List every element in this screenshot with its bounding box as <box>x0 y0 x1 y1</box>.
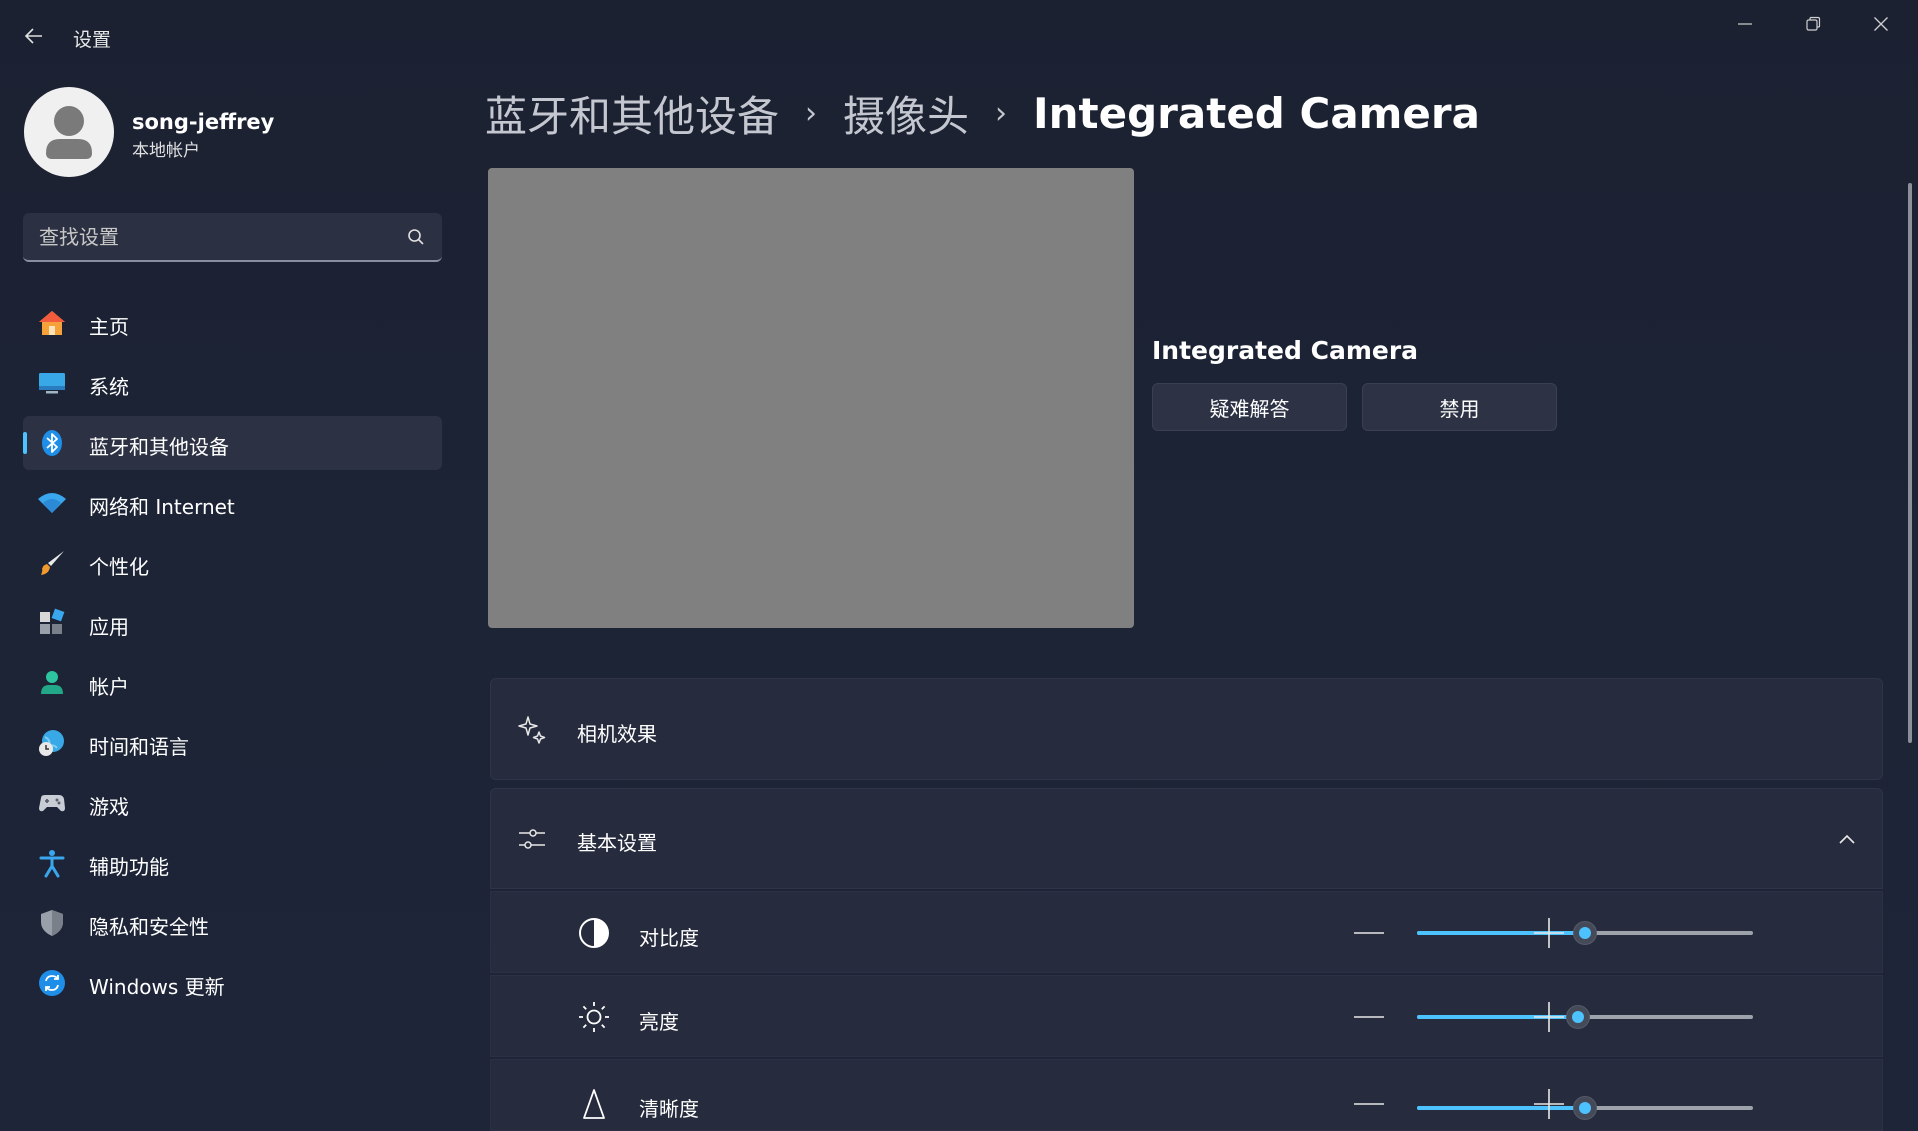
basic-settings-header[interactable]: 基本设置 <box>490 788 1883 889</box>
brightness-label: 亮度 <box>639 1010 679 1034</box>
sidebar-item-time-language[interactable]: 时间和语言 <box>23 716 442 770</box>
sidebar: song-jeffrey 本地帐户 主页 <box>0 70 470 1131</box>
back-button[interactable] <box>14 16 54 56</box>
accessibility-icon <box>39 850 65 878</box>
search-input[interactable] <box>23 213 403 260</box>
avatar[interactable] <box>24 87 114 177</box>
chevron-up-icon[interactable] <box>1836 828 1858 850</box>
bluetooth-icon <box>42 430 62 456</box>
camera-preview <box>488 168 1134 628</box>
breadcrumb-separator: › <box>805 95 818 131</box>
settings-window: 设置 song-jeffrey 本地帐户 查找设置 主页 系统 蓝牙和其他设备 … <box>0 0 1918 1131</box>
back-arrow-icon <box>24 28 42 44</box>
sharpness-label: 清晰度 <box>639 1097 699 1121</box>
brightness-row: 亮度 <box>490 975 1883 1057</box>
person-icon <box>41 671 63 694</box>
sidebar-item-label: 系统 <box>89 375 129 399</box>
sidebar-item-system[interactable]: 系统 <box>23 356 442 410</box>
close-button[interactable] <box>1847 0 1915 48</box>
breadcrumb: 蓝牙和其他设备 › 摄像头 › Integrated Camera <box>485 86 1480 141</box>
sidebar-item-label: 主页 <box>89 315 129 339</box>
camera-effects-label: 相机效果 <box>577 722 657 746</box>
sidebar-item-windows-update[interactable]: Windows 更新 <box>23 956 442 1010</box>
troubleshoot-button[interactable]: 疑难解答 <box>1152 383 1347 431</box>
nav-list: 主页 系统 蓝牙和其他设备 网络和 Internet 个性化 应用 帐户 时间和… <box>23 296 442 1016</box>
sidebar-item-personalization[interactable]: 个性化 <box>23 536 442 590</box>
contrast-slider-thumb[interactable] <box>1573 921 1597 945</box>
sidebar-item-label: 时间和语言 <box>89 735 189 759</box>
app-title: 设置 <box>73 29 112 51</box>
sidebar-item-label: 蓝牙和其他设备 <box>89 435 229 459</box>
restore-button[interactable] <box>1779 0 1847 48</box>
brightness-slider[interactable] <box>1417 1005 1753 1029</box>
sparkle-effects-icon <box>518 716 546 744</box>
wifi-icon <box>38 493 66 513</box>
sidebar-item-label: 网络和 Internet <box>89 495 235 519</box>
close-icon <box>1874 17 1888 31</box>
restore-icon <box>1806 16 1821 31</box>
sidebar-item-label: 帐户 <box>89 675 129 699</box>
sliders-settings-icon <box>519 829 545 849</box>
basic-settings-label: 基本设置 <box>577 831 657 855</box>
search-box <box>23 213 442 262</box>
user-avatar-icon <box>46 106 92 159</box>
breadcrumb-separator: › <box>995 95 1008 131</box>
sidebar-item-accessibility[interactable]: 辅助功能 <box>23 836 442 890</box>
sidebar-item-privacy-security[interactable]: 隐私和安全性 <box>23 896 442 950</box>
title-bar: 设置 <box>0 0 1918 70</box>
contrast-slider[interactable] <box>1417 921 1753 945</box>
contrast-row: 对比度 <box>490 891 1883 973</box>
breadcrumb-bluetooth[interactable]: 蓝牙和其他设备 <box>485 83 779 144</box>
windows-update-icon <box>39 970 65 996</box>
sidebar-item-label: 个性化 <box>89 555 149 579</box>
sidebar-item-apps[interactable]: 应用 <box>23 596 442 650</box>
sharpness-decrease-button[interactable] <box>1351 1087 1387 1121</box>
sharpness-slider-thumb[interactable] <box>1573 1096 1597 1120</box>
search-icon[interactable] <box>406 227 426 247</box>
globe-clock-icon <box>39 730 64 756</box>
contrast-decrease-button[interactable] <box>1351 916 1387 950</box>
breadcrumb-cameras[interactable]: 摄像头 <box>843 83 969 144</box>
contrast-label: 对比度 <box>639 926 699 950</box>
main-scrollbar[interactable] <box>1908 183 1912 743</box>
contrast-increase-button[interactable] <box>1531 916 1567 950</box>
sidebar-item-label: Windows 更新 <box>89 975 225 999</box>
apps-icon <box>40 608 65 634</box>
disable-button[interactable]: 禁用 <box>1362 383 1557 431</box>
user-name: song-jeffrey <box>132 110 275 134</box>
home-icon <box>39 311 65 335</box>
sharpness-slider[interactable] <box>1417 1096 1753 1120</box>
brightness-increase-button[interactable] <box>1531 1000 1567 1034</box>
sidebar-item-label: 隐私和安全性 <box>89 915 209 939</box>
sidebar-item-home[interactable]: 主页 <box>23 296 442 350</box>
page-title: Integrated Camera <box>1033 88 1480 138</box>
brightness-decrease-button[interactable] <box>1351 1000 1387 1034</box>
sidebar-item-network[interactable]: 网络和 Internet <box>23 476 442 530</box>
sidebar-item-label: 游戏 <box>89 795 129 819</box>
sharpness-increase-button[interactable] <box>1531 1087 1567 1121</box>
contrast-icon <box>579 918 609 948</box>
system-display-icon <box>39 373 65 394</box>
sidebar-item-gaming[interactable]: 游戏 <box>23 776 442 830</box>
brightness-icon <box>579 1002 609 1032</box>
sidebar-item-label: 辅助功能 <box>89 855 169 879</box>
gamepad-icon <box>39 795 65 812</box>
camera-effects-card[interactable]: 相机效果 <box>490 678 1883 780</box>
shield-icon <box>41 910 63 936</box>
sharpness-icon <box>583 1089 605 1119</box>
paintbrush-icon <box>41 551 64 575</box>
sidebar-item-label: 应用 <box>89 615 129 639</box>
brightness-slider-thumb[interactable] <box>1566 1005 1591 1029</box>
minimize-icon <box>1738 23 1752 25</box>
sidebar-item-accounts[interactable]: 帐户 <box>23 656 442 710</box>
user-account-type: 本地帐户 <box>132 141 200 161</box>
camera-name: Integrated Camera <box>1152 336 1419 365</box>
sidebar-item-bluetooth[interactable]: 蓝牙和其他设备 <box>23 416 442 470</box>
sharpness-row: 清晰度 <box>490 1059 1883 1131</box>
minimize-button[interactable] <box>1711 0 1779 48</box>
